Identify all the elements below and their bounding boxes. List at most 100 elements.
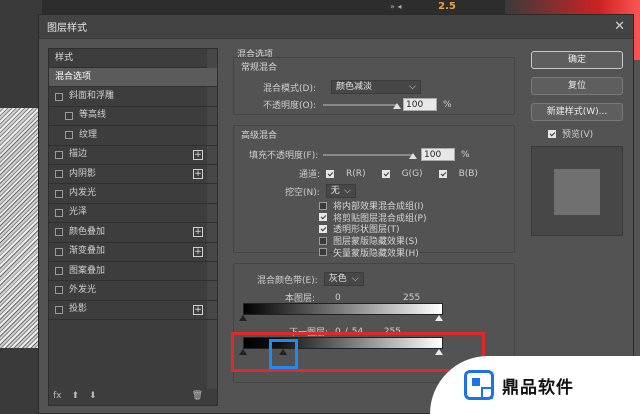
style-checkbox[interactable]: [55, 247, 63, 256]
dialog-title: 图层样式: [47, 23, 87, 34]
add-icon[interactable]: +: [193, 149, 203, 160]
channel-b-label: B(B): [458, 168, 478, 179]
style-item[interactable]: 外发光: [49, 281, 217, 301]
fill-opacity-row: 填充不透明度(F): 100 %: [249, 148, 470, 161]
style-item-label: 描边: [69, 149, 88, 160]
add-icon[interactable]: +: [193, 168, 203, 179]
style-checkbox[interactable]: [55, 286, 63, 295]
style-item-label: 混合选项: [55, 71, 92, 82]
style-item-label: 渐变叠加: [69, 246, 106, 257]
opacity-slider[interactable]: [323, 102, 401, 109]
preview-checkbox[interactable]: [548, 129, 556, 138]
add-icon[interactable]: +: [193, 246, 203, 257]
this-layer-gradient: [243, 303, 443, 315]
style-item-label: 外发光: [69, 285, 97, 295]
preview-row: 预览(V): [548, 127, 593, 140]
fill-opacity-label: 填充不透明度(F):: [249, 151, 319, 161]
style-item-label: 纹理: [79, 129, 98, 140]
blending-options-panel: 混合选项 常规混合 混合模式(D): 颜色减淡 ⌵ 不透明度(O): 100 %…: [229, 45, 517, 409]
layer-style-dialog: 图层样式 ✕ 样式 混合选项 斜面和浮雕 等高线 纹理 描边 + 内阴影 + 内发光 光泽 颜色叠加…: [38, 14, 634, 414]
advanced-option-label: 矢量蒙版隐藏效果(H): [333, 248, 419, 259]
canvas-image: [0, 108, 42, 348]
channel-g-label: G(G): [401, 168, 423, 179]
style-item[interactable]: 内阴影 +: [49, 165, 217, 185]
style-checkbox[interactable]: [55, 189, 63, 198]
channels-row: 通道: R(R) G(G) B(B): [299, 167, 478, 181]
style-item[interactable]: 等高线: [49, 107, 217, 127]
blend-mode-label: 混合模式(D):: [263, 83, 316, 94]
style-checkbox[interactable]: [55, 208, 63, 217]
advanced-option-checkbox[interactable]: [319, 236, 327, 245]
collapse-arrows-icon[interactable]: » ◂: [390, 0, 430, 14]
reset-button[interactable]: 复位: [531, 77, 623, 95]
blend-if-select[interactable]: 灰色 ⌵: [323, 272, 364, 286]
advanced-option-row: 将剪贴图层混合成组(P): [319, 212, 426, 224]
style-checkbox[interactable]: [55, 267, 63, 276]
style-checkbox[interactable]: [55, 170, 63, 179]
general-blending-title: 常规混合: [241, 63, 278, 73]
style-item-label: 颜色叠加: [69, 226, 106, 237]
style-item[interactable]: 图案叠加: [49, 262, 217, 282]
advanced-option-checkbox[interactable]: [319, 201, 327, 210]
style-item[interactable]: 混合选项: [49, 68, 217, 88]
fill-opacity-unit: %: [461, 149, 470, 160]
this-layer-high: 255: [403, 292, 421, 303]
blend-if-row: 混合颜色带(E): 灰色 ⌵: [257, 272, 364, 286]
style-item[interactable]: 描边 +: [49, 146, 217, 165]
add-icon[interactable]: +: [193, 227, 203, 238]
advanced-option-checkbox[interactable]: [319, 224, 327, 233]
style-item-label: 内阴影: [69, 168, 97, 179]
knockout-row: 挖空(N): 无 ⌵: [285, 184, 356, 198]
style-item[interactable]: 纹理: [49, 126, 217, 146]
style-item[interactable]: 颜色叠加 +: [49, 223, 217, 243]
advanced-option-checkbox[interactable]: [319, 213, 327, 222]
new-style-button[interactable]: 新建样式(W)...: [531, 103, 623, 121]
blend-mode-row: 混合模式(D): 颜色减淡 ⌵: [263, 80, 421, 94]
style-checkbox[interactable]: [55, 92, 63, 101]
styles-footer: fx ⬆ ⬇ 🗑: [53, 391, 203, 401]
fx-icon[interactable]: fx: [53, 391, 62, 401]
style-item-label: 内发光: [69, 188, 97, 199]
preview-swatch: [531, 146, 623, 236]
style-item-label: 投影: [69, 304, 88, 315]
advanced-option-row: 透明形状图层(T): [319, 223, 426, 235]
style-checkbox[interactable]: [65, 131, 73, 140]
style-item[interactable]: 渐变叠加 +: [49, 243, 217, 262]
chevron-down-icon: ⌵: [343, 186, 351, 196]
slider-thumb[interactable]: [393, 102, 401, 109]
watermark: 鼎品软件: [430, 356, 640, 414]
style-checkbox[interactable]: [55, 150, 63, 159]
move-down-icon[interactable]: ⬇: [89, 391, 97, 401]
move-up-icon[interactable]: ⬆: [72, 391, 80, 401]
style-item[interactable]: 投影 +: [49, 301, 217, 321]
style-item-label: 光泽: [69, 207, 88, 218]
add-icon[interactable]: +: [193, 304, 203, 315]
ok-button[interactable]: 确定: [531, 51, 623, 69]
style-item[interactable]: 光泽: [49, 204, 217, 224]
fill-opacity-slider[interactable]: [323, 152, 417, 159]
fill-opacity-input[interactable]: 100: [421, 148, 455, 161]
knockout-value: 无: [330, 186, 340, 196]
style-item-label: 斜面和浮雕: [69, 91, 115, 102]
style-item[interactable]: 斜面和浮雕: [49, 87, 217, 107]
blend-mode-select[interactable]: 颜色减淡 ⌵: [331, 80, 421, 94]
trash-icon[interactable]: 🗑: [192, 391, 203, 401]
style-checkbox[interactable]: [55, 305, 63, 314]
opacity-input[interactable]: 100: [403, 98, 437, 111]
this-layer-white-slider[interactable]: [435, 315, 443, 321]
channel-r-checkbox[interactable]: [326, 169, 335, 178]
knockout-select[interactable]: 无 ⌵: [325, 184, 356, 198]
blend-if-value: 灰色: [328, 274, 347, 284]
style-item[interactable]: 内发光: [49, 184, 217, 204]
advanced-option-checkbox[interactable]: [319, 248, 327, 257]
close-icon[interactable]: ✕: [614, 19, 625, 34]
style-checkbox[interactable]: [65, 111, 73, 120]
slider-thumb[interactable]: [409, 152, 417, 159]
chevron-down-icon: ⌵: [409, 82, 416, 92]
style-checkbox[interactable]: [55, 228, 63, 237]
this-layer-black-slider[interactable]: [239, 315, 247, 321]
blend-if-label: 混合颜色带(E):: [257, 275, 318, 286]
channel-b-checkbox[interactable]: [438, 169, 447, 178]
channel-g-checkbox[interactable]: [381, 169, 390, 178]
channels-label: 通道:: [299, 170, 321, 180]
